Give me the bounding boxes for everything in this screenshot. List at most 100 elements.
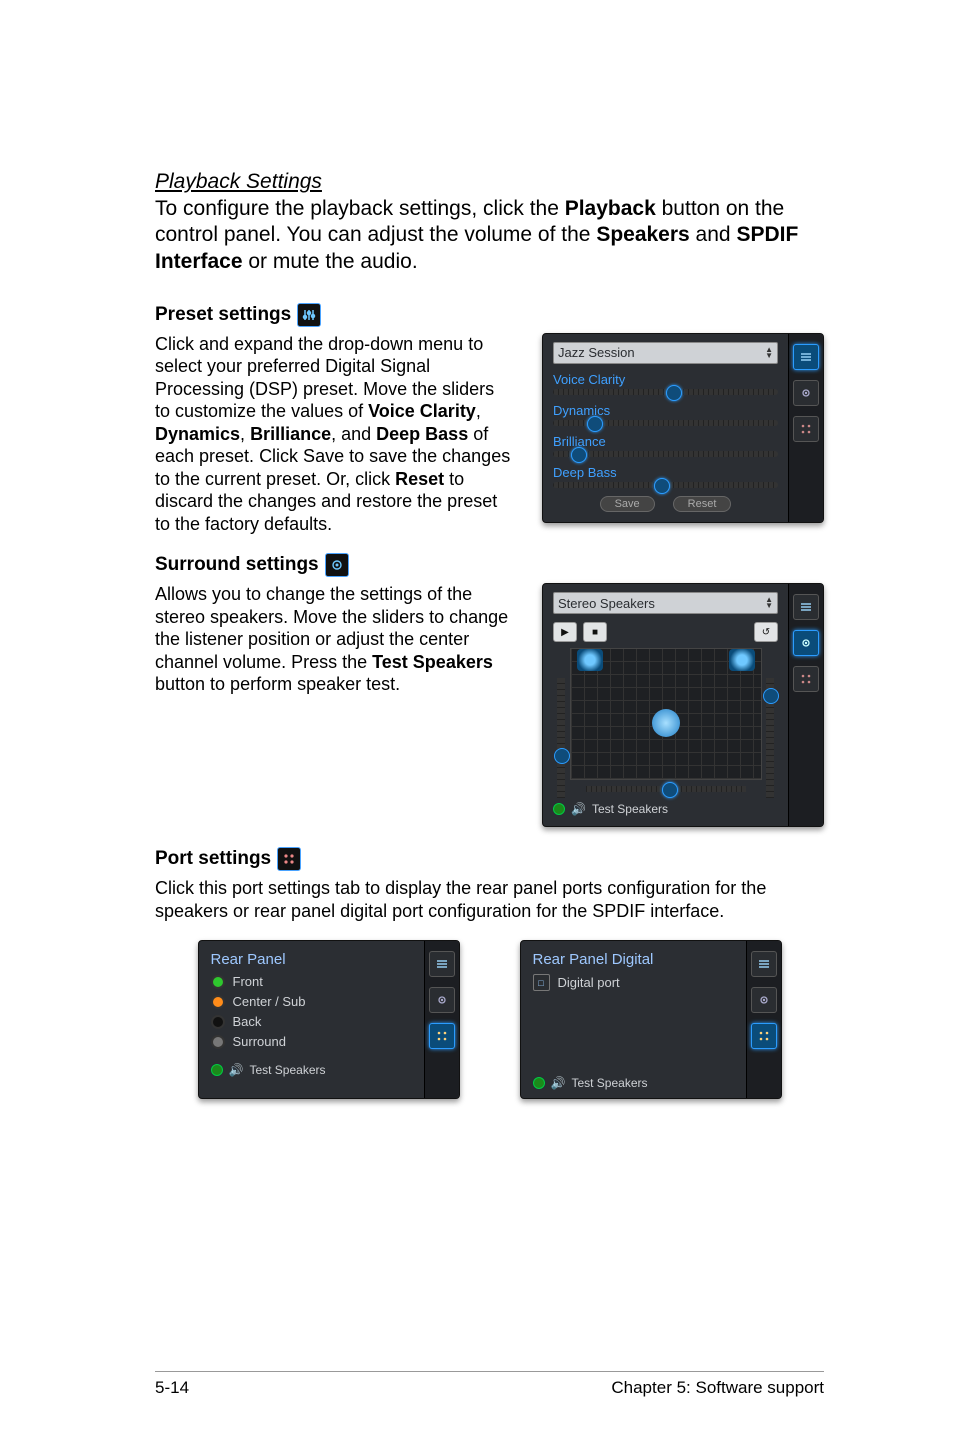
panel-title: Rear Panel Digital (533, 951, 734, 968)
surround-heading: Surround settings (155, 553, 824, 577)
side-tab-port[interactable] (429, 1023, 455, 1049)
side-tab-equalizer[interactable] (793, 344, 819, 370)
brilliance-slider[interactable] (553, 451, 778, 457)
slider-label: Voice Clarity (553, 372, 778, 387)
test-speakers-button[interactable]: 🔊 Test Speakers (211, 1063, 412, 1077)
status-dot-icon (211, 1064, 223, 1076)
t: Playback (565, 197, 656, 220)
rear-panel-digital: Rear Panel Digital □ Digital port 🔊 Test… (520, 940, 782, 1099)
speaker-icon: 🔊 (551, 1076, 566, 1090)
play-button[interactable]: ▶ (553, 622, 577, 642)
t: Reset (395, 469, 444, 489)
t: Test Speakers (372, 652, 493, 672)
deep-bass-slider[interactable] (553, 482, 778, 488)
test-speakers-button[interactable]: 🔊 Test Speakers (533, 1076, 734, 1090)
t: or mute the audio. (243, 250, 418, 273)
t: Voice Clarity (368, 401, 476, 421)
updown-icon: ▲▼ (765, 597, 773, 609)
side-tab-surround[interactable] (429, 987, 455, 1013)
side-tab-port[interactable] (793, 416, 819, 442)
t: and (690, 223, 737, 246)
port-surround[interactable]: Surround (211, 1034, 412, 1049)
preset-body: Click and expand the drop-down menu to s… (155, 333, 514, 536)
balance-slider[interactable] (586, 786, 746, 792)
reset-button[interactable]: Reset (673, 496, 732, 512)
speaker-icon: 🔊 (229, 1063, 244, 1077)
slider-label: Brilliance (553, 434, 778, 449)
port-digital[interactable]: □ Digital port (533, 974, 734, 991)
jack-orange-icon (211, 995, 225, 1009)
side-tab-equalizer[interactable] (751, 951, 777, 977)
status-dot-icon (533, 1077, 545, 1089)
port-label: Surround (233, 1034, 286, 1049)
t: Brilliance (250, 424, 331, 444)
side-tab-equalizer[interactable] (429, 951, 455, 977)
dynamics-slider[interactable] (553, 420, 778, 426)
port-heading-label: Port settings (155, 848, 271, 870)
surround-dropdown-value: Stereo Speakers (558, 596, 655, 611)
test-speakers-label: Test Speakers (592, 802, 668, 816)
left-volume-slider[interactable] (557, 678, 565, 798)
side-tab-equalizer[interactable] (793, 594, 819, 620)
preset-panel: Jazz Session ▲▼ Voice Clarity Dynamics B… (542, 333, 824, 523)
side-tab-surround[interactable] (793, 380, 819, 406)
section-intro: To configure the playback settings, clic… (155, 196, 824, 275)
test-speakers-label: Test Speakers (571, 1076, 647, 1090)
jack-grey-icon (211, 1035, 225, 1049)
side-tab-surround[interactable] (793, 630, 819, 656)
t: , (240, 424, 250, 444)
save-button[interactable]: Save (600, 496, 655, 512)
listener-dot[interactable] (652, 709, 680, 737)
jack-green-icon (211, 975, 225, 989)
status-dot-icon (553, 803, 565, 815)
side-tab-port[interactable] (793, 666, 819, 692)
page-number: 5-14 (155, 1378, 189, 1398)
port-front[interactable]: Front (211, 974, 412, 989)
equalizer-icon (297, 303, 321, 327)
port-label: Front (233, 974, 263, 989)
t: , (476, 401, 481, 421)
slider-label: Deep Bass (553, 465, 778, 480)
port-back[interactable]: Back (211, 1014, 412, 1029)
speaker-icon: 🔊 (571, 802, 586, 816)
section-title: Playback Settings (155, 170, 824, 194)
t: Deep Bass (376, 424, 468, 444)
preset-heading-label: Preset settings (155, 304, 291, 326)
side-tab-port[interactable] (751, 1023, 777, 1049)
slider-label: Dynamics (553, 403, 778, 418)
stop-button[interactable]: ■ (583, 622, 607, 642)
test-speakers-button[interactable]: 🔊 Test Speakers (553, 802, 778, 816)
port-center-sub[interactable]: Center / Sub (211, 994, 412, 1009)
preset-dropdown[interactable]: Jazz Session ▲▼ (553, 342, 778, 364)
speaker-left-icon (577, 649, 603, 671)
updown-icon: ▲▼ (765, 347, 773, 359)
port-label: Center / Sub (233, 994, 306, 1009)
listener-grid[interactable] (570, 648, 762, 780)
port-label: Digital port (558, 975, 620, 990)
t: button to perform speaker test. (155, 674, 400, 694)
speaker-right-icon (729, 649, 755, 671)
port-heading: Port settings (155, 847, 824, 871)
surround-body: Allows you to change the settings of the… (155, 583, 514, 696)
port-body: Click this port settings tab to display … (155, 877, 824, 922)
side-tab-surround[interactable] (751, 987, 777, 1013)
surround-dropdown[interactable]: Stereo Speakers ▲▼ (553, 592, 778, 614)
preset-dropdown-value: Jazz Session (558, 345, 635, 360)
test-speakers-label: Test Speakers (249, 1063, 325, 1077)
surround-panel: Stereo Speakers ▲▼ ▶ ■ ↺ (542, 583, 824, 827)
t: To configure the playback settings, clic… (155, 197, 565, 220)
surround-icon (325, 553, 349, 577)
t: Speakers (596, 223, 689, 246)
panel-title: Rear Panel (211, 951, 412, 968)
preset-heading: Preset settings (155, 303, 824, 327)
right-volume-slider[interactable] (766, 678, 774, 798)
reset-position-button[interactable]: ↺ (754, 622, 778, 642)
chapter-label: Chapter 5: Software support (611, 1378, 824, 1398)
t: Dynamics (155, 424, 240, 444)
voice-clarity-slider[interactable] (553, 389, 778, 395)
t: , and (331, 424, 376, 444)
jack-black-icon (211, 1015, 225, 1029)
port-label: Back (233, 1014, 262, 1029)
rear-panel-analog: Rear Panel Front Center / Sub Back Surro… (198, 940, 460, 1099)
digital-port-icon: □ (533, 974, 550, 991)
